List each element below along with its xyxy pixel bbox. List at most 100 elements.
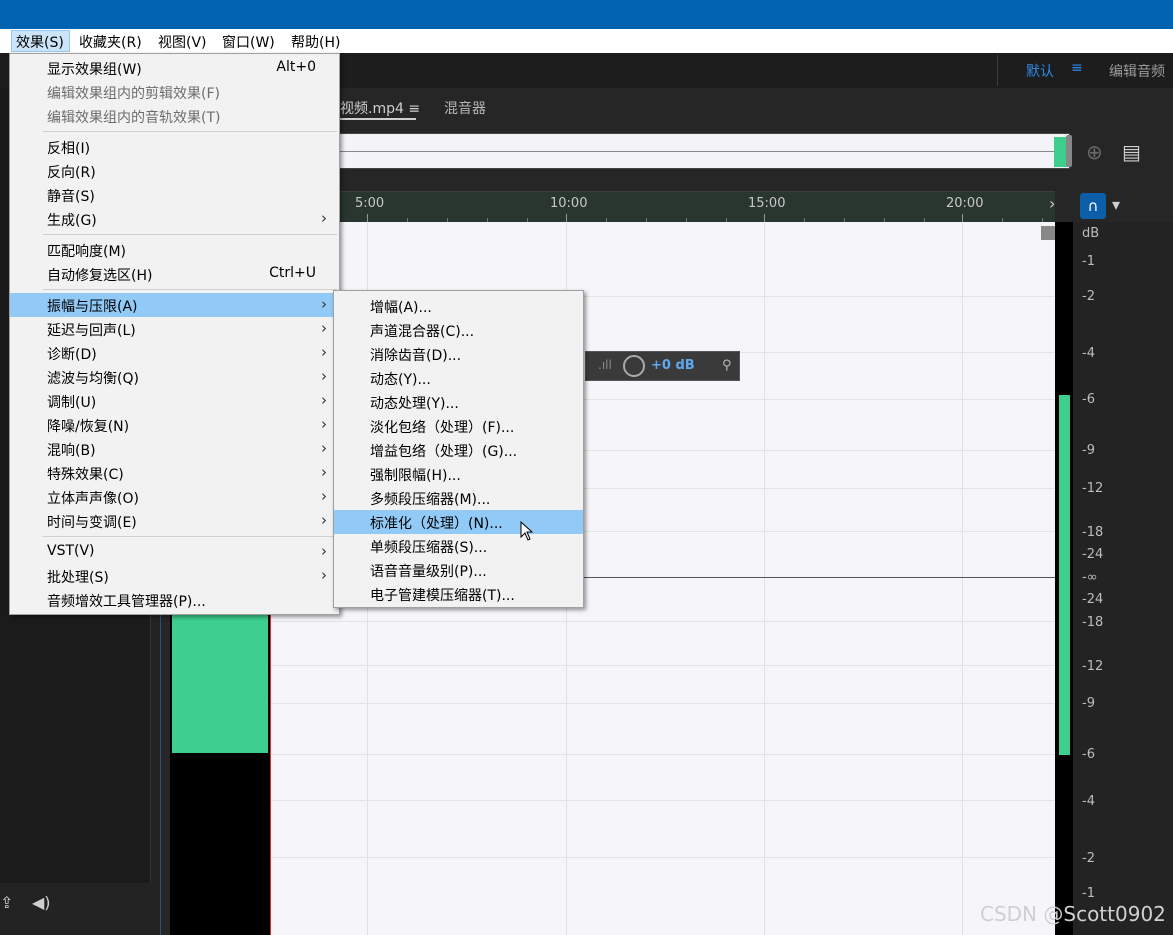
menu-item-label: 滤波与均衡(Q) xyxy=(47,371,139,387)
chevron-right-icon: › xyxy=(321,367,327,385)
submenu-item[interactable]: 增幅(A)... xyxy=(334,294,583,318)
submenu-item[interactable]: 强制限幅(H)... xyxy=(334,462,583,486)
menu-item[interactable]: 静音(S) xyxy=(10,183,339,207)
menu-item-label: 强制限幅(H)... xyxy=(370,468,461,484)
menu-item-label: 调制(U) xyxy=(47,395,97,411)
menu-separator xyxy=(43,234,337,235)
menu-item[interactable]: 批处理(S) › xyxy=(10,564,339,588)
menu-item[interactable]: 生成(G) › xyxy=(10,207,339,231)
submenu-item[interactable]: 单频段压缩器(S)... xyxy=(334,534,583,558)
db-label: -4 xyxy=(1082,346,1095,361)
grid-line xyxy=(764,222,765,935)
menu-item[interactable]: 降噪/恢复(N) › xyxy=(10,413,339,437)
submenu-item[interactable]: 电子管建模压缩器(T)... xyxy=(334,582,583,606)
submenu-item[interactable]: 语音音量级别(P)... xyxy=(334,558,583,582)
pin-icon[interactable]: ⚲ xyxy=(722,358,732,373)
menu-effects[interactable]: 效果(S) xyxy=(16,32,64,52)
zoom-corner-icon[interactable] xyxy=(1041,226,1055,240)
menu-item-label: 动态(Y)... xyxy=(370,372,431,388)
db-label: -12 xyxy=(1082,481,1104,496)
menu-item-label: 自动修复选区(H) xyxy=(47,268,153,284)
grid-line xyxy=(170,857,1055,858)
tab-file[interactable]: 视频.mp4 ≡ xyxy=(340,98,420,118)
menu-item-label: 电子管建模压缩器(T)... xyxy=(370,588,515,604)
tab-mixer[interactable]: 混音器 xyxy=(444,98,486,118)
grid-line xyxy=(170,621,1055,622)
menu-item[interactable]: VST(V) › xyxy=(10,540,339,564)
marker-pin-icon[interactable]: ▾ xyxy=(1112,195,1120,214)
db-label: -1 xyxy=(1082,254,1095,269)
menu-item[interactable]: 显示效果组(W) Alt+0 xyxy=(10,56,339,80)
db-label: -18 xyxy=(1082,525,1104,540)
grid-line xyxy=(170,665,1055,666)
submenu-item[interactable]: 淡化包络（处理）(F)... xyxy=(334,414,583,438)
submenu-item[interactable]: 动态处理(Y)... xyxy=(334,390,583,414)
menu-item-amplitude[interactable]: 振幅与压限(A) › xyxy=(10,293,339,317)
menu-item-label: 音频增效工具管理器(P)... xyxy=(47,594,206,610)
submenu-item[interactable]: 多频段压缩器(M)... xyxy=(334,486,583,510)
menu-item[interactable]: 调制(U) › xyxy=(10,389,339,413)
menu-item[interactable]: 音频增效工具管理器(P)... xyxy=(10,588,339,612)
menu-item-label: 淡化包络（处理）(F)... xyxy=(370,420,515,436)
submenu-item[interactable]: 增益包络（处理）(G)... xyxy=(334,438,583,462)
zoom-icon[interactable]: ⊕ xyxy=(1086,140,1103,164)
menu-item[interactable]: 反向(R) xyxy=(10,159,339,183)
submenu-item[interactable]: 声道混合器(C)... xyxy=(334,318,583,342)
menu-item[interactable]: 反相(I) xyxy=(10,135,339,159)
menu-item[interactable]: 诊断(D) › xyxy=(10,341,339,365)
menu-item-label: 生成(G) xyxy=(47,213,97,229)
menu-item-label: 匹配响度(M) xyxy=(47,244,127,260)
chevron-right-icon: › xyxy=(321,415,327,433)
menu-item-label: 声道混合器(C)... xyxy=(370,324,475,340)
menu-item-label: 延迟与回声(L) xyxy=(47,323,136,339)
chevron-right-icon: › xyxy=(321,391,327,409)
export-icon[interactable]: ⇪ xyxy=(0,893,13,912)
menu-item-label: 单频段压缩器(S)... xyxy=(370,540,488,556)
speaker-icon[interactable]: ◀) xyxy=(32,893,51,912)
title-bar xyxy=(0,0,1173,29)
menu-item[interactable]: 特殊效果(C) › xyxy=(10,461,339,485)
overview-handle[interactable] xyxy=(1066,135,1072,167)
menu-item-label: 振幅与压限(A) xyxy=(47,299,138,315)
amplitude-submenu: 增幅(A)... 声道混合器(C)... 消除齿音(D)... 动态(Y)...… xyxy=(333,290,584,608)
list-icon[interactable]: ▤ xyxy=(1122,140,1141,164)
db-label: -9 xyxy=(1082,696,1095,711)
menu-separator xyxy=(43,289,337,290)
menu-item-label: 反向(R) xyxy=(47,165,96,181)
menu-item-label: 编辑效果组内的音轨效果(T) xyxy=(47,110,221,126)
db-label: -2 xyxy=(1082,289,1095,304)
snap-magnet-icon[interactable]: ∩ xyxy=(1080,193,1106,219)
workspace-menu-icon[interactable]: ≡ xyxy=(1071,60,1083,76)
menu-window[interactable]: 窗口(W) xyxy=(222,32,275,52)
submenu-item-normalize[interactable]: 标准化（处理）(N)... xyxy=(334,510,583,534)
menu-help[interactable]: 帮助(H) xyxy=(291,32,340,52)
db-label: -2 xyxy=(1082,851,1095,866)
ruler-end-arrow-icon[interactable]: › xyxy=(1049,194,1055,213)
menu-item-label: 混响(B) xyxy=(47,443,96,459)
hud-db-value[interactable]: +0 dB xyxy=(651,358,695,373)
submenu-item[interactable]: 动态(Y)... xyxy=(334,366,583,390)
workspace-edit-audio[interactable]: 编辑音频 xyxy=(1109,61,1165,81)
menu-item[interactable]: 时间与变调(E) › xyxy=(10,509,339,533)
menu-item-label: 语音音量级别(P)... xyxy=(370,564,487,580)
menu-item[interactable]: 混响(B) › xyxy=(10,437,339,461)
db-label: -9 xyxy=(1082,443,1095,458)
hamburger-icon[interactable]: ≡ xyxy=(408,101,420,117)
menu-item[interactable]: 延迟与回声(L) › xyxy=(10,317,339,341)
menu-item[interactable]: 滤波与均衡(Q) › xyxy=(10,365,339,389)
volume-knob-icon[interactable] xyxy=(623,355,645,377)
chevron-right-icon: › xyxy=(321,542,327,560)
menu-item-label: 反相(I) xyxy=(47,141,91,157)
db-label: -1 xyxy=(1082,886,1095,901)
menu-item[interactable]: 立体声声像(O) › xyxy=(10,485,339,509)
menu-view[interactable]: 视图(V) xyxy=(158,32,207,52)
menu-item[interactable]: 自动修复选区(H) Ctrl+U xyxy=(10,262,339,286)
workspace-default[interactable]: 默认 xyxy=(1026,61,1054,81)
menu-item[interactable]: 匹配响度(M) xyxy=(10,238,339,262)
menu-separator xyxy=(43,131,337,132)
menu-favorites[interactable]: 收藏夹(R) xyxy=(79,32,142,52)
grid-line xyxy=(962,222,963,935)
submenu-item[interactable]: 消除齿音(D)... xyxy=(334,342,583,366)
db-label: dB xyxy=(1082,226,1100,241)
menu-item-label: 立体声声像(O) xyxy=(47,491,139,507)
